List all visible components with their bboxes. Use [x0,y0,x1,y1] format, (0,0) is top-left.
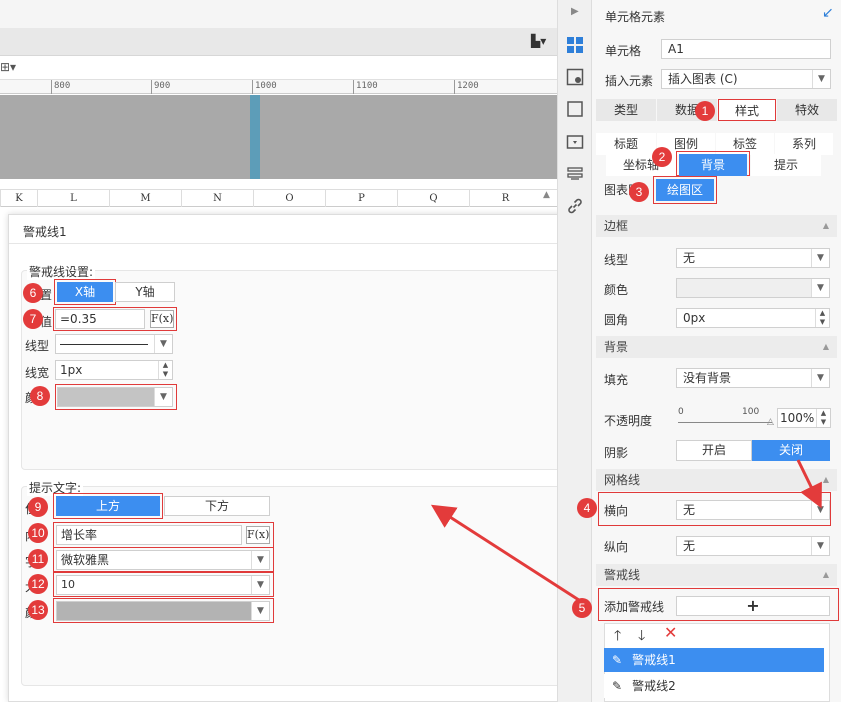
annotation-arrows [430,459,822,604]
arrow-to-horizontal [796,459,822,509]
arrow-to-dialog [430,504,583,604]
